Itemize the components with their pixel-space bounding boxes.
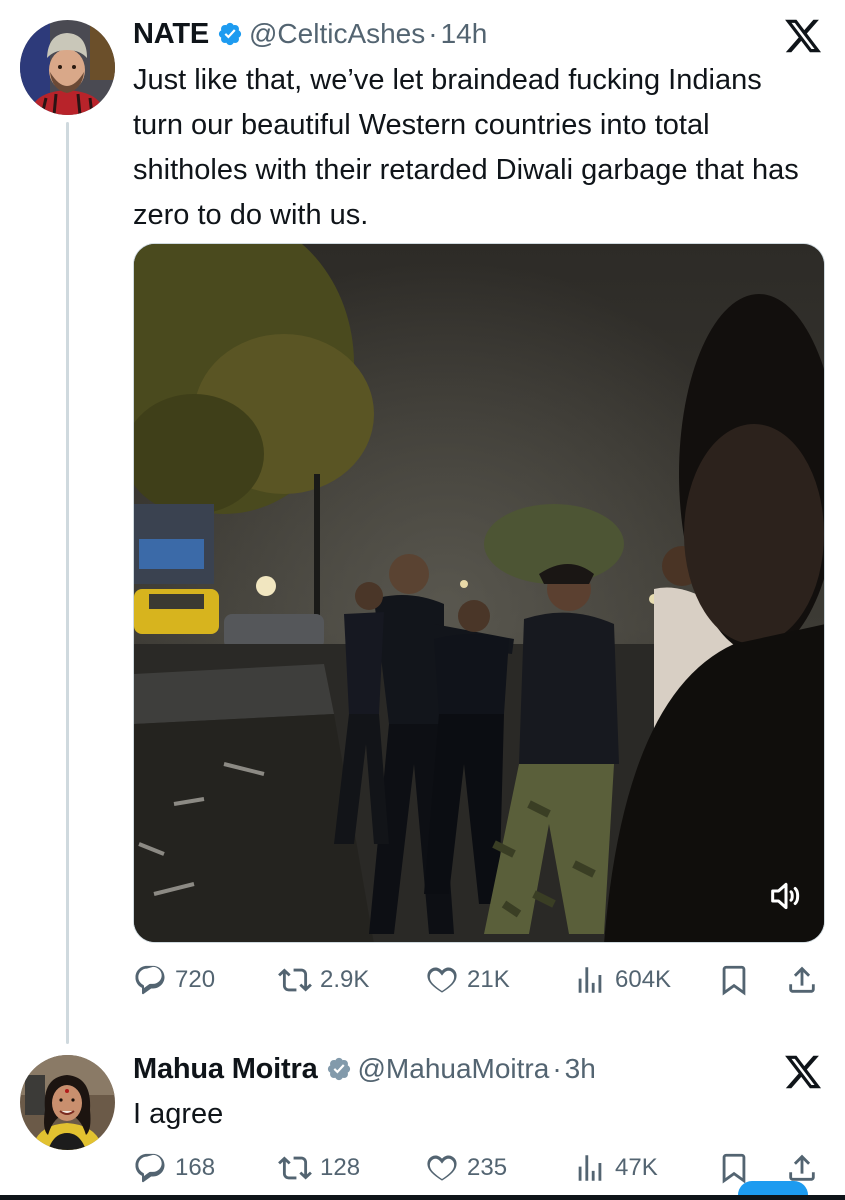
share-icon bbox=[789, 966, 815, 993]
bookmark-icon bbox=[722, 1153, 746, 1184]
tweet-header: NATE @CelticAshes · 14h bbox=[133, 14, 487, 54]
reply-action-bar: 168 128 235 47K bbox=[133, 1146, 823, 1190]
reply-icon bbox=[135, 1153, 165, 1183]
bottom-edge bbox=[0, 1195, 845, 1200]
reply-button[interactable]: 720 bbox=[133, 958, 215, 1002]
reply-header: Mahua Moitra @MahuaMoitra · 3h bbox=[133, 1049, 596, 1089]
tweet-timestamp[interactable]: 14h bbox=[441, 18, 488, 50]
heart-icon bbox=[427, 1155, 457, 1181]
reply-author-handle[interactable]: @MahuaMoitra bbox=[358, 1053, 550, 1085]
like-count: 21K bbox=[467, 966, 510, 993]
like-button[interactable]: 235 bbox=[425, 1146, 507, 1190]
verified-badge-icon bbox=[326, 1056, 352, 1082]
repost-button[interactable]: 2.9K bbox=[278, 958, 369, 1002]
reply-timestamp[interactable]: 3h bbox=[565, 1053, 596, 1085]
reply-button[interactable]: 168 bbox=[133, 1146, 215, 1190]
floating-compose-button[interactable] bbox=[738, 1181, 808, 1195]
tweet-video[interactable] bbox=[133, 243, 825, 943]
views-count: 604K bbox=[615, 966, 672, 993]
author-handle[interactable]: @CelticAshes bbox=[249, 18, 425, 50]
x-logo-icon bbox=[783, 16, 823, 56]
reply-body-text: I agree bbox=[133, 1098, 224, 1130]
views-button[interactable]: 604K bbox=[573, 958, 671, 1002]
repost-count: 128 bbox=[320, 1154, 361, 1181]
views-count: 47K bbox=[615, 1154, 658, 1181]
separator-dot: · bbox=[428, 18, 438, 49]
avatar-nate[interactable] bbox=[20, 20, 115, 115]
avatar-mahua-moitra[interactable] bbox=[20, 1055, 115, 1150]
views-icon bbox=[578, 967, 602, 993]
share-icon bbox=[789, 1154, 815, 1181]
separator-dot: · bbox=[552, 1053, 562, 1084]
reply-author-name[interactable]: Mahua Moitra bbox=[133, 1053, 318, 1086]
reply-count: 168 bbox=[175, 1154, 216, 1181]
views-icon bbox=[578, 1155, 602, 1181]
repost-button[interactable]: 128 bbox=[278, 1146, 360, 1190]
author-name[interactable]: NATE bbox=[133, 18, 209, 51]
bookmark-button[interactable] bbox=[717, 958, 751, 1002]
tweet-action-bar: 720 2.9K 21K 604K bbox=[133, 958, 823, 1002]
x-logo-icon bbox=[783, 1052, 823, 1092]
volume-icon[interactable] bbox=[766, 876, 806, 916]
verified-badge-icon bbox=[217, 21, 243, 47]
bookmark-icon bbox=[722, 965, 746, 996]
thread-connector-line bbox=[66, 122, 69, 1044]
like-count: 235 bbox=[467, 1154, 508, 1181]
repost-icon bbox=[278, 1156, 312, 1180]
reply-icon bbox=[135, 965, 165, 995]
heart-icon bbox=[427, 967, 457, 993]
views-button[interactable]: 47K bbox=[573, 1146, 658, 1190]
repost-icon bbox=[278, 968, 312, 992]
share-button[interactable] bbox=[785, 958, 819, 1002]
like-button[interactable]: 21K bbox=[425, 958, 510, 1002]
tweet-body-text: Just like that, we’ve let braindead fuck… bbox=[133, 64, 799, 231]
repost-count: 2.9K bbox=[320, 966, 370, 993]
reply-count: 720 bbox=[175, 966, 216, 993]
